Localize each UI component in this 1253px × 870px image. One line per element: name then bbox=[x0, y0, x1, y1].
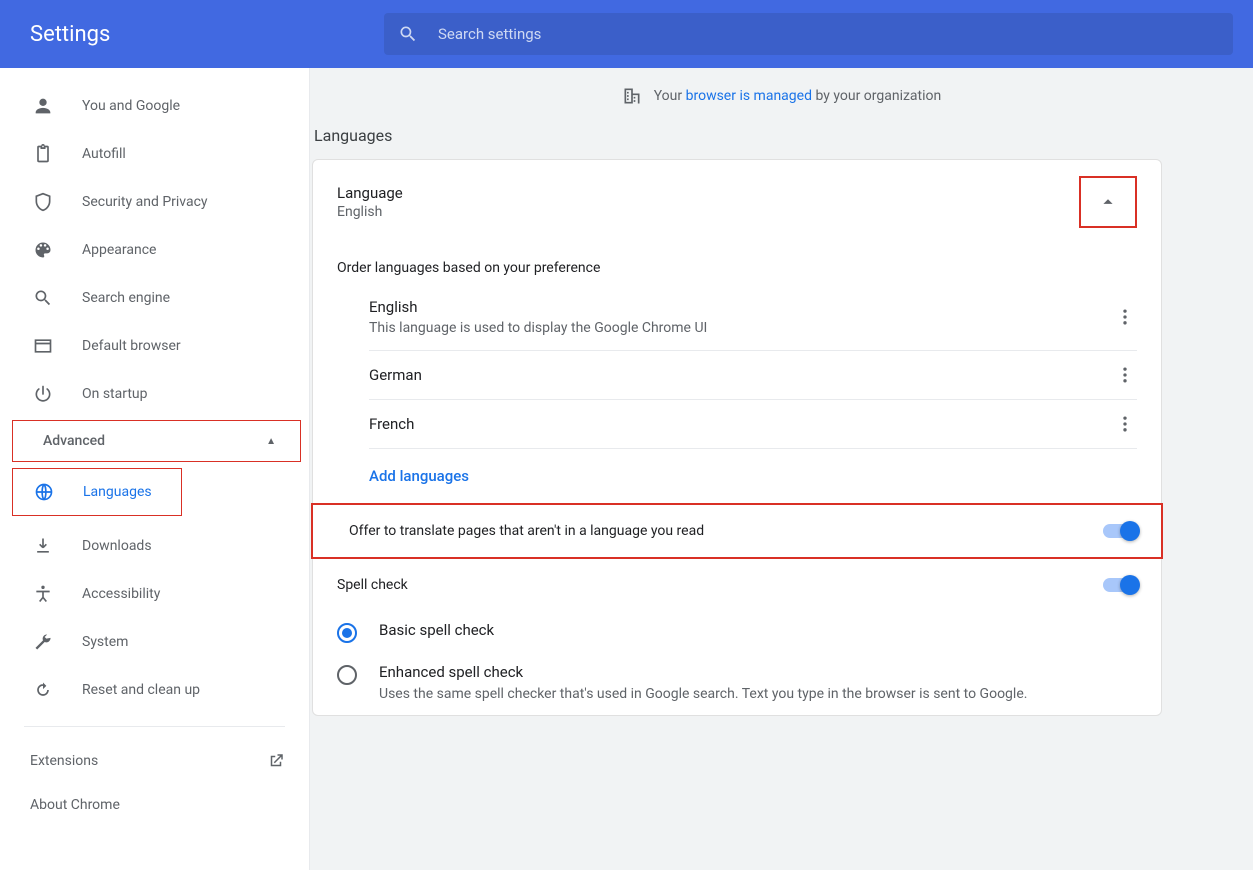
top-bar: Settings Search settings bbox=[0, 0, 1253, 68]
highlight-chevron bbox=[1079, 176, 1137, 228]
sidebar-item-languages[interactable]: Languages bbox=[13, 469, 176, 515]
power-icon bbox=[32, 383, 54, 405]
radio-basic[interactable] bbox=[337, 623, 357, 643]
managed-banner: Your browser is managed by your organiza… bbox=[310, 68, 1253, 112]
language-title: Language bbox=[337, 184, 403, 202]
sidebar-item-label: Autofill bbox=[82, 146, 126, 162]
chevron-up-icon: ▲ bbox=[266, 436, 276, 447]
download-icon bbox=[32, 535, 54, 557]
managed-text: Your browser is managed by your organiza… bbox=[654, 88, 942, 104]
spell-enhanced-row[interactable]: Enhanced spell check Uses the same spell… bbox=[313, 653, 1161, 715]
radio-enhanced[interactable] bbox=[337, 665, 357, 685]
globe-icon bbox=[33, 481, 55, 503]
spell-basic-label: Basic spell check bbox=[379, 621, 494, 639]
accessibility-icon bbox=[32, 583, 54, 605]
chevron-up-icon bbox=[1097, 191, 1119, 213]
spell-enh-desc: Uses the same spell checker that's used … bbox=[379, 685, 1027, 705]
spell-check-toggle[interactable] bbox=[1103, 578, 1137, 592]
palette-icon bbox=[32, 239, 54, 261]
sidebar-item-about[interactable]: About Chrome bbox=[0, 783, 309, 827]
language-row-french: French bbox=[313, 400, 1161, 448]
collapse-button[interactable] bbox=[1090, 184, 1126, 220]
translate-toggle[interactable] bbox=[1103, 524, 1137, 538]
spell-enh-label: Enhanced spell check bbox=[379, 663, 1027, 681]
highlight-advanced: Advanced ▲ bbox=[12, 420, 301, 462]
add-languages-button[interactable]: Add languages bbox=[313, 449, 1161, 503]
sidebar-item-label: Appearance bbox=[82, 242, 156, 258]
language-current: English bbox=[337, 204, 403, 220]
translate-label: Offer to translate pages that aren't in … bbox=[349, 523, 704, 539]
sidebar-item-label: System bbox=[82, 634, 128, 650]
sidebar-item-autofill[interactable]: Autofill bbox=[0, 130, 309, 178]
sidebar-item-downloads[interactable]: Downloads bbox=[0, 522, 309, 570]
sidebar-item-reset[interactable]: Reset and clean up bbox=[0, 666, 309, 714]
language-row-english: English This language is used to display… bbox=[313, 284, 1161, 350]
more-vert-icon[interactable] bbox=[1113, 307, 1137, 327]
clipboard-icon bbox=[32, 143, 54, 165]
sidebar-item-on-startup[interactable]: On startup bbox=[0, 370, 309, 418]
sidebar-item-appearance[interactable]: Appearance bbox=[0, 226, 309, 274]
search-settings-input[interactable]: Search settings bbox=[384, 13, 1233, 55]
restore-icon bbox=[32, 679, 54, 701]
advanced-label: Advanced bbox=[43, 433, 105, 449]
open-external-icon bbox=[267, 752, 285, 770]
wrench-icon bbox=[32, 631, 54, 653]
search-icon bbox=[398, 24, 418, 44]
search-placeholder: Search settings bbox=[438, 25, 541, 43]
sidebar-item-system[interactable]: System bbox=[0, 618, 309, 666]
building-icon bbox=[622, 86, 642, 106]
sidebar-item-label: Search engine bbox=[82, 290, 170, 306]
sidebar-item-accessibility[interactable]: Accessibility bbox=[0, 570, 309, 618]
sidebar-item-label: Reset and clean up bbox=[82, 682, 200, 698]
sidebar: You and Google Autofill Security and Pri… bbox=[0, 68, 310, 870]
sidebar-item-label: Languages bbox=[83, 484, 152, 500]
language-name: English bbox=[369, 298, 707, 316]
sidebar-item-label: Accessibility bbox=[82, 586, 160, 602]
spell-check-row: Spell check bbox=[313, 559, 1161, 611]
language-desc: This language is used to display the Goo… bbox=[369, 320, 707, 336]
sidebar-item-label: Default browser bbox=[82, 338, 181, 354]
sidebar-item-security[interactable]: Security and Privacy bbox=[0, 178, 309, 226]
shield-icon bbox=[32, 191, 54, 213]
managed-link[interactable]: browser is managed bbox=[686, 88, 812, 104]
language-row-german: German bbox=[313, 351, 1161, 399]
sidebar-item-label: Security and Privacy bbox=[82, 194, 208, 210]
language-name: German bbox=[369, 366, 422, 384]
search-icon bbox=[32, 287, 54, 309]
spell-check-label: Spell check bbox=[337, 577, 408, 593]
sidebar-item-search-engine[interactable]: Search engine bbox=[0, 274, 309, 322]
translate-toggle-row: Offer to translate pages that aren't in … bbox=[313, 505, 1161, 557]
language-header-row[interactable]: Language English bbox=[313, 160, 1161, 244]
more-vert-icon[interactable] bbox=[1113, 365, 1137, 385]
spell-basic-row[interactable]: Basic spell check bbox=[313, 611, 1161, 653]
sidebar-item-you-and-google[interactable]: You and Google bbox=[0, 82, 309, 130]
page-title: Languages bbox=[314, 112, 1253, 159]
divider bbox=[24, 726, 285, 727]
languages-card: Language English Order languages based o… bbox=[312, 159, 1162, 716]
browser-icon bbox=[32, 335, 54, 357]
about-label: About Chrome bbox=[30, 797, 120, 813]
sidebar-item-default-browser[interactable]: Default browser bbox=[0, 322, 309, 370]
extensions-label: Extensions bbox=[30, 753, 98, 769]
settings-title: Settings bbox=[30, 22, 360, 47]
highlight-translate: Offer to translate pages that aren't in … bbox=[311, 503, 1163, 559]
sidebar-item-label: Downloads bbox=[82, 538, 152, 554]
advanced-toggle[interactable]: Advanced ▲ bbox=[13, 421, 300, 461]
person-icon bbox=[32, 95, 54, 117]
language-name: French bbox=[369, 415, 414, 433]
highlight-languages: Languages bbox=[12, 468, 182, 516]
content-area: Your browser is managed by your organiza… bbox=[310, 68, 1253, 870]
sidebar-item-label: On startup bbox=[82, 386, 148, 402]
order-label: Order languages based on your preference bbox=[313, 244, 1161, 284]
more-vert-icon[interactable] bbox=[1113, 414, 1137, 434]
sidebar-item-extensions[interactable]: Extensions bbox=[0, 739, 309, 783]
sidebar-item-label: You and Google bbox=[82, 98, 180, 114]
